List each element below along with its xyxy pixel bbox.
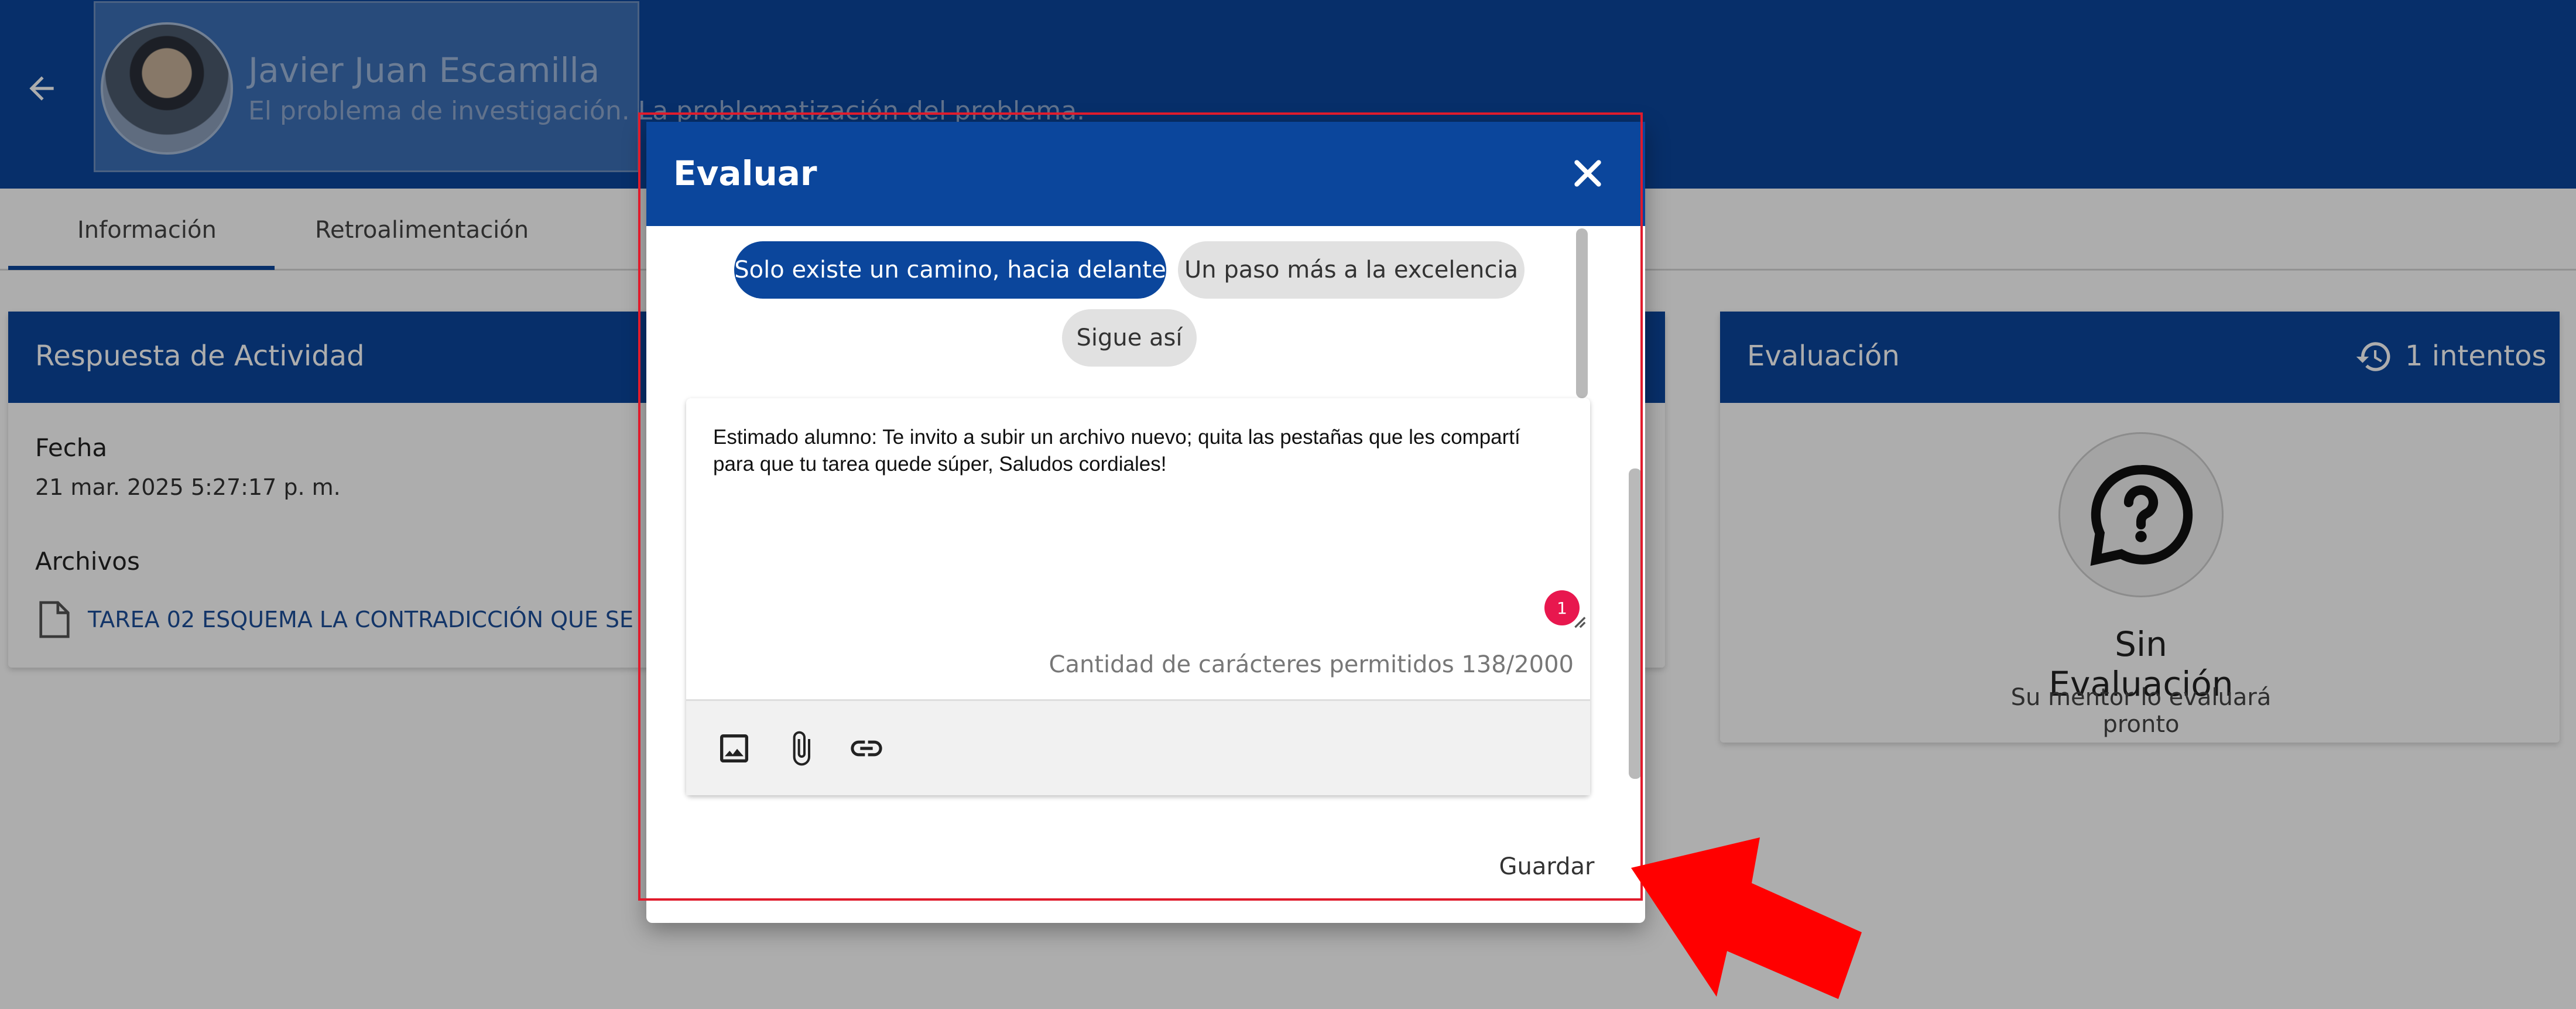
highlight-frame — [638, 112, 1643, 901]
red-arrow-icon — [1631, 837, 1862, 999]
